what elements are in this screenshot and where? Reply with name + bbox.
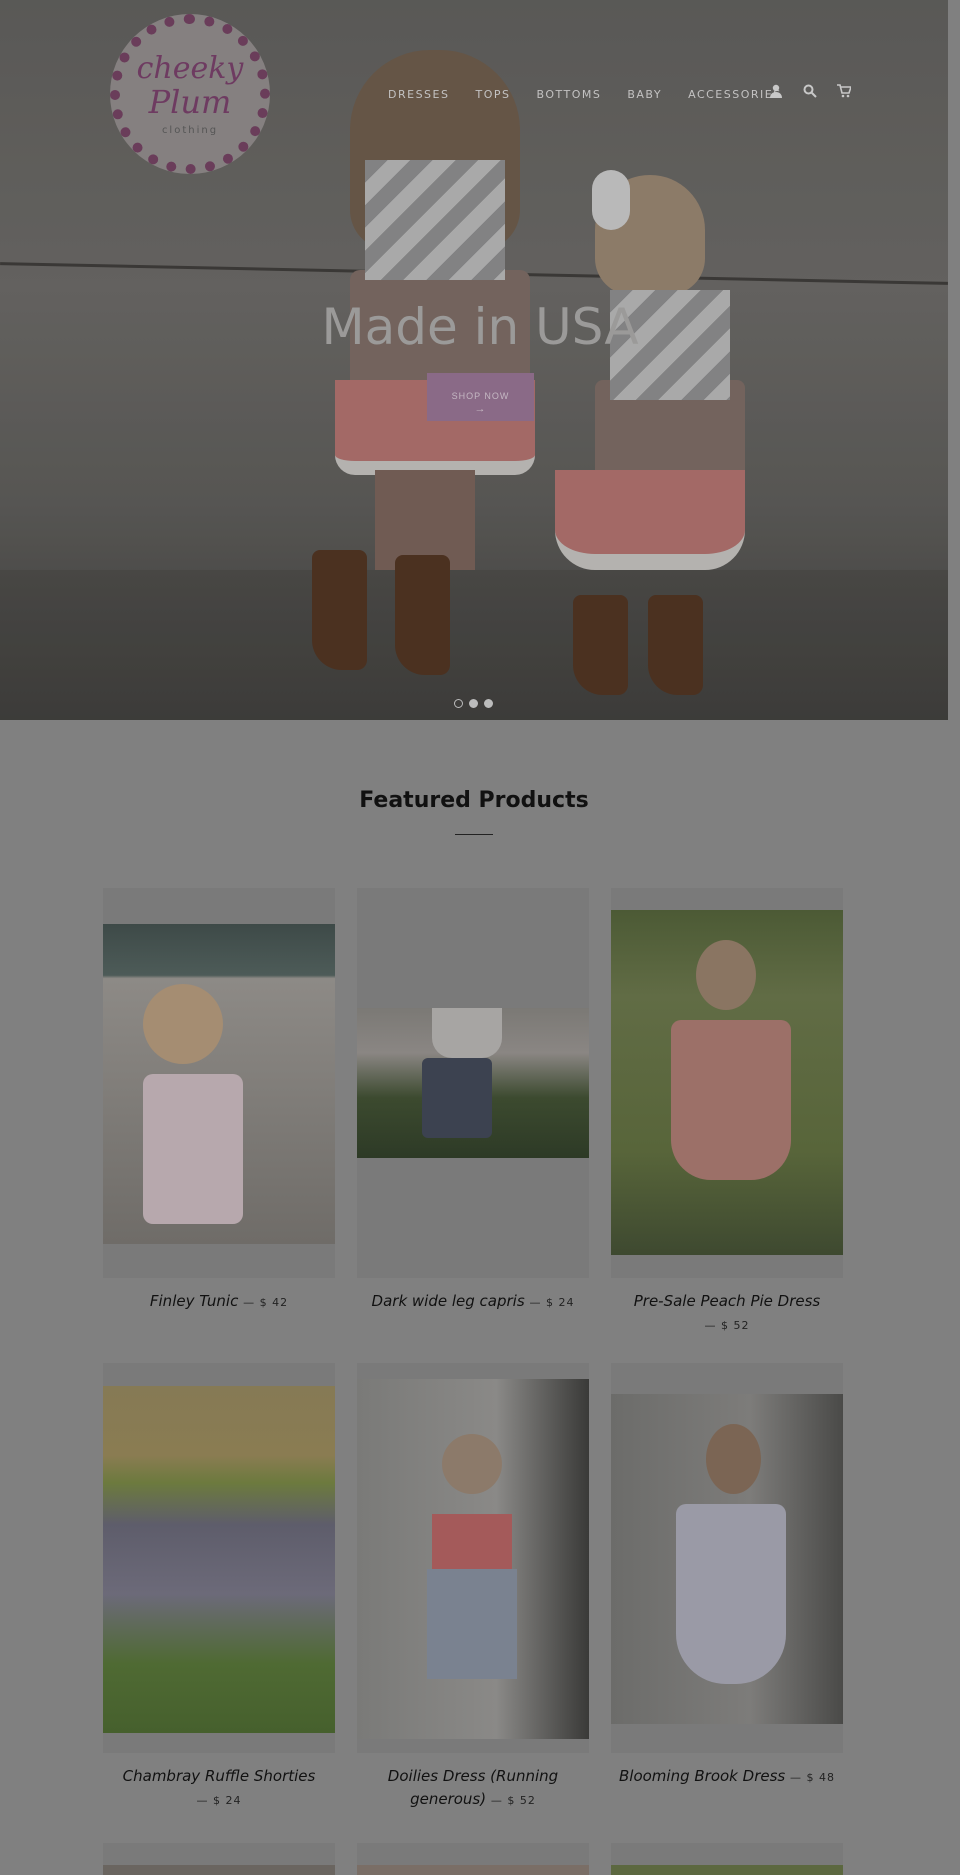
product-card[interactable] <box>611 1843 843 1875</box>
site-logo[interactable]: cheeky Plum clothing <box>110 14 270 174</box>
product-card[interactable]: Doilies Dress (Running generous) — $ 52 <box>357 1363 589 1812</box>
product-price: $ 24 <box>545 1296 575 1309</box>
hero-title: Made in USA <box>321 298 639 356</box>
account-icon[interactable] <box>768 84 784 102</box>
product-card[interactable] <box>357 1843 589 1875</box>
header-icons <box>768 84 853 102</box>
nav-item-dresses[interactable]: DRESSES <box>388 88 449 101</box>
product-image[interactable] <box>103 1386 335 1733</box>
product-image-frame[interactable] <box>611 1363 843 1753</box>
product-image-frame[interactable] <box>357 888 589 1278</box>
product-card[interactable]: Chambray Ruffle Shorties — $ 24 <box>103 1363 335 1812</box>
product-caption: Finley Tunic — $ 42 <box>149 1292 289 1310</box>
product-caption: Doilies Dress (Running generous) — $ 52 <box>387 1767 559 1808</box>
shop-now-label: SHOP NOW <box>451 391 510 401</box>
product-price: $ 24 <box>213 1794 242 1807</box>
product-card[interactable] <box>103 1843 335 1875</box>
product-name[interactable]: Finley Tunic <box>150 1292 238 1310</box>
product-caption: Pre-Sale Peach Pie Dress — $ 52 <box>633 1292 821 1332</box>
product-image[interactable] <box>611 1394 843 1724</box>
cart-icon[interactable] <box>836 84 853 102</box>
product-name[interactable]: Blooming Brook Dress <box>619 1767 785 1785</box>
product-price: $ 52 <box>721 1319 750 1332</box>
logo-line-2: Plum <box>148 82 232 121</box>
slide-dot-2[interactable] <box>469 699 478 708</box>
nav-item-baby[interactable]: BABY <box>627 88 662 101</box>
logo-line-3: clothing <box>161 124 219 136</box>
title-divider <box>455 834 493 835</box>
logo-line-1: cheeky <box>136 50 244 86</box>
product-name[interactable]: Dark wide leg capris <box>372 1292 525 1310</box>
nav-item-tops[interactable]: TOPS <box>475 88 510 101</box>
product-image[interactable] <box>357 1379 589 1739</box>
main-nav: DRESSES TOPS BOTTOMS BABY ACCESSORIES <box>388 88 808 101</box>
product-image[interactable] <box>357 1008 589 1158</box>
slideshow-dots <box>454 699 493 708</box>
product-card[interactable]: Blooming Brook Dress — $ 48 <box>611 1363 843 1789</box>
product-image-frame[interactable] <box>103 888 335 1278</box>
product-name[interactable]: Pre-Sale Peach Pie Dress <box>634 1292 821 1310</box>
product-image[interactable] <box>103 924 335 1244</box>
nav-item-bottoms[interactable]: BOTTOMS <box>536 88 601 101</box>
product-card[interactable]: Dark wide leg capris — $ 24 <box>357 888 589 1314</box>
product-image-frame[interactable] <box>357 1363 589 1753</box>
product-image-frame[interactable] <box>611 888 843 1278</box>
product-image[interactable] <box>611 910 843 1255</box>
product-name[interactable]: Chambray Ruffle Shorties <box>123 1767 316 1785</box>
arrow-right-icon: → <box>474 403 487 415</box>
product-price: $ 48 <box>806 1771 835 1784</box>
shop-now-button[interactable]: SHOP NOW → <box>427 373 534 421</box>
product-image-frame[interactable] <box>103 1363 335 1753</box>
product-card[interactable]: Finley Tunic — $ 42 <box>103 888 335 1314</box>
product-card[interactable]: Pre-Sale Peach Pie Dress — $ 52 <box>611 888 843 1337</box>
slide-dot-3[interactable] <box>484 699 493 708</box>
product-price: $ 42 <box>259 1296 289 1309</box>
search-icon[interactable] <box>802 84 818 102</box>
product-caption: Chambray Ruffle Shorties — $ 24 <box>122 1767 316 1807</box>
product-price: $ 52 <box>507 1794 536 1807</box>
product-caption: Blooming Brook Dress — $ 48 <box>618 1767 835 1785</box>
slide-dot-1[interactable] <box>454 699 463 708</box>
featured-products-title: Featured Products <box>359 788 589 813</box>
product-caption: Dark wide leg capris — $ 24 <box>371 1292 575 1310</box>
